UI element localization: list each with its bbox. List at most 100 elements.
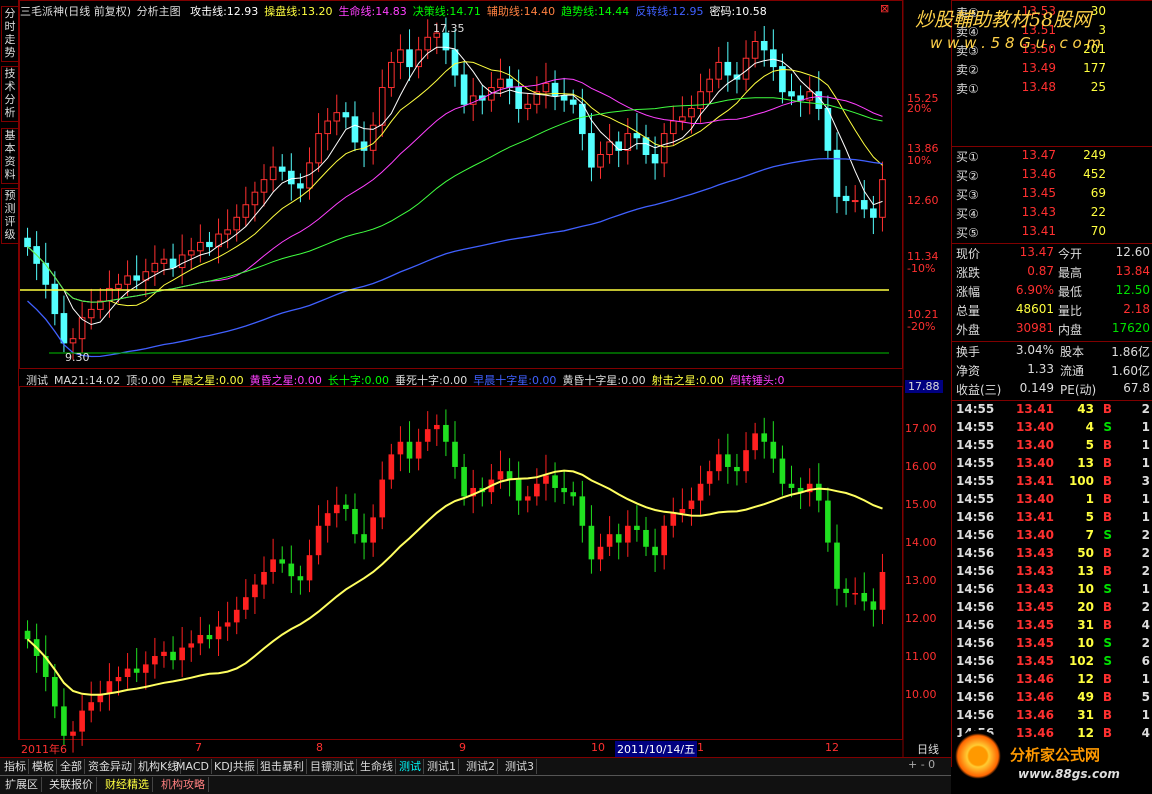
tick-row[interactable]: 14:56 13.46 31 B 1 <box>956 708 1151 726</box>
tick-row[interactable]: 14:56 13.43 10 S 1 <box>956 582 1151 600</box>
tick-row[interactable]: 14:55 13.40 13 B 1 <box>956 456 1151 474</box>
indicator-tab[interactable]: 生命线 <box>358 759 396 774</box>
quote-value: 6.90% <box>1015 283 1054 297</box>
main-candle <box>806 91 814 101</box>
tick-price: 13.41 <box>1016 510 1054 524</box>
order-book-row[interactable]: 买⑤ 13.41 70 <box>956 224 1151 242</box>
sub-candle <box>679 508 686 514</box>
main-candle <box>169 258 177 269</box>
tick-price: 13.46 <box>1016 672 1054 686</box>
tick-row[interactable]: 14:55 13.40 5 B 1 <box>956 438 1151 456</box>
tick-row[interactable]: 14:56 13.45 31 B 4 <box>956 618 1151 636</box>
indicator-tab[interactable]: 测试1 <box>425 759 459 774</box>
tick-side: B <box>1102 510 1112 524</box>
side-tab-jishu[interactable]: 技术分析 <box>1 66 19 122</box>
tick-row[interactable]: 14:56 13.41 5 B 1 <box>956 510 1151 528</box>
tick-time: 14:56 <box>956 510 995 524</box>
sub-candle <box>106 681 113 694</box>
tick-count: 3 <box>1141 474 1150 488</box>
sub-candle <box>424 429 431 442</box>
main-candle <box>160 258 168 264</box>
order-book-row[interactable]: 买③ 13.45 69 <box>956 186 1151 204</box>
sub-candle <box>588 525 595 560</box>
order-book-row[interactable]: 买② 13.46 452 <box>956 167 1151 185</box>
main-candle <box>524 103 532 109</box>
quote-label: 总量 <box>956 304 981 318</box>
tick-volume: 13 <box>1077 564 1094 578</box>
indicator-tab[interactable]: 模板 <box>30 759 57 774</box>
main-candle <box>297 183 304 189</box>
sub-candle <box>161 651 167 656</box>
indicator-tab[interactable]: 测试2 <box>464 759 498 774</box>
extension-tab[interactable]: 财经精选 <box>102 777 153 792</box>
tick-row[interactable]: 14:55 13.40 1 B 1 <box>956 492 1151 510</box>
tick-row[interactable]: 14:56 13.46 49 B 5 <box>956 690 1151 708</box>
tick-row[interactable]: 14:55 13.40 4 S 1 <box>956 420 1151 438</box>
sub-candle <box>643 529 649 547</box>
tick-row[interactable]: 14:55 13.41 100 B 3 <box>956 474 1151 492</box>
indicator-tab[interactable]: 目镖测试 <box>308 759 357 774</box>
tick-count: 1 <box>1141 420 1150 434</box>
tick-time: 14:56 <box>956 636 995 650</box>
order-book-row[interactable]: 卖① 13.48 25 <box>956 80 1151 98</box>
tick-row[interactable]: 14:56 13.46 12 B 1 <box>956 672 1151 690</box>
main-candle <box>287 170 295 185</box>
side-tab-jiben[interactable]: 基本资料 <box>1 128 19 184</box>
main-candle <box>233 216 241 231</box>
sub-candle <box>315 525 322 556</box>
tick-time: 14:55 <box>956 402 995 416</box>
tick-row[interactable]: 14:56 13.43 13 B 2 <box>956 564 1151 582</box>
indicator-tab[interactable]: 测试3 <box>503 759 537 774</box>
indicator-tab[interactable]: 狙击暴利 <box>258 759 307 774</box>
sub-candle <box>206 634 213 640</box>
indicator-tab[interactable]: 指标 <box>2 759 29 774</box>
tick-price: 13.43 <box>1016 564 1054 578</box>
indicator-tab[interactable]: 测试 <box>397 759 424 774</box>
separator <box>952 341 1152 342</box>
main-candle <box>224 229 231 235</box>
close-icon[interactable]: ⊠ <box>880 2 892 15</box>
indicator-tab[interactable]: 资金异动 <box>86 759 135 774</box>
sub-candle <box>270 559 276 572</box>
main-candle <box>569 99 577 105</box>
sub-candle <box>188 643 195 648</box>
quote-label: 现价 <box>956 247 981 261</box>
main-candle <box>115 283 122 289</box>
sub-candle <box>761 433 768 442</box>
tick-volume: 4 <box>1085 420 1094 434</box>
extension-tab[interactable]: 机构攻略 <box>158 777 209 792</box>
tick-row[interactable]: 14:56 13.43 50 B 2 <box>956 546 1151 564</box>
tick-side: S <box>1103 654 1112 668</box>
finance-row: 收益(三) 0.149 PE(动) 67.8 <box>956 381 1151 399</box>
period-label[interactable]: 日线 <box>905 741 951 756</box>
tick-row[interactable]: 14:56 13.45 20 B 2 <box>956 600 1151 618</box>
tick-row[interactable]: 14:56 13.40 7 S 2 <box>956 528 1151 546</box>
tick-row[interactable]: 14:56 13.45 102 S 6 <box>956 654 1151 672</box>
side-tab-yuce[interactable]: 预测评级 <box>1 188 19 244</box>
zoom-controls[interactable]: + - 0 <box>908 758 935 771</box>
sub-candle <box>215 626 222 640</box>
main-candle <box>769 49 777 68</box>
main-candle <box>697 91 704 109</box>
main-candle <box>651 154 659 164</box>
tick-volume: 5 <box>1085 438 1094 452</box>
extension-tab[interactable]: 扩展区 <box>2 777 42 792</box>
indicator-tab[interactable]: MACD <box>174 759 212 774</box>
quote-value: 0.87 <box>1027 264 1054 278</box>
order-book-row[interactable]: 买① 13.47 249 <box>956 148 1151 166</box>
order-volume: 177 <box>1083 61 1106 75</box>
indicator-tab[interactable]: 全部 <box>58 759 85 774</box>
side-tab-fenshi[interactable]: 分时走势 <box>1 6 19 62</box>
tick-row[interactable]: 14:55 13.41 43 B 2 <box>956 402 1151 420</box>
tick-side: S <box>1103 528 1112 542</box>
sub-candle <box>452 441 458 467</box>
order-volume: 249 <box>1083 148 1106 162</box>
order-book-row[interactable]: 买④ 13.43 22 <box>956 205 1151 223</box>
indicator-tab[interactable]: KDJ共振 <box>212 759 258 774</box>
tick-side: B <box>1102 600 1112 614</box>
sub-candle <box>233 609 240 623</box>
extension-tab[interactable]: 关联报价 <box>46 777 97 792</box>
tick-row[interactable]: 14:56 13.45 10 S 2 <box>956 636 1151 654</box>
main-candle <box>560 95 568 101</box>
order-book-row[interactable]: 卖② 13.49 177 <box>956 61 1151 79</box>
